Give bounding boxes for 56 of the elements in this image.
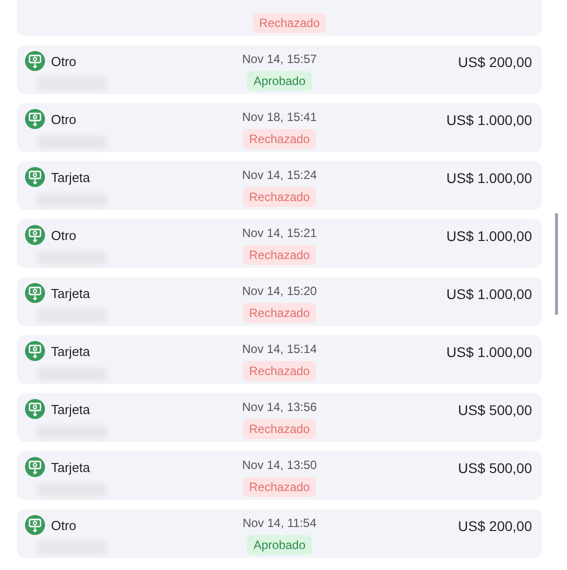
transaction-card[interactable]: Tarjeta Nov 14, 13:56 Rechazado US$ 500,00 — [17, 393, 542, 442]
money-icon — [25, 167, 45, 187]
status-badge: Rechazado — [243, 129, 316, 149]
status-badge: Aprobado — [247, 535, 312, 555]
status-badge: Rechazado — [243, 303, 316, 323]
transaction-amount: US$ 1.000,00 — [446, 286, 532, 302]
transaction-date: Nov 14, 13:50 — [242, 457, 317, 473]
transaction-date: Nov 14, 15:57 — [242, 51, 317, 67]
money-icon — [25, 283, 45, 303]
transaction-date: Nov 14, 11:54 — [242, 515, 316, 531]
money-icon — [25, 457, 45, 477]
status-badge: Rechazado — [243, 187, 316, 207]
method-label: Otro — [51, 112, 76, 128]
status-badge: Aprobado — [247, 71, 312, 91]
transaction-card[interactable]: Otro Nov 14, 11:54 Aprobado US$ 200,00 — [17, 509, 542, 558]
money-icon — [25, 109, 45, 129]
transaction-card[interactable]: Tarjeta Nov 14, 13:50 Rechazado US$ 500,00 — [17, 451, 542, 500]
method-label: Tarjeta — [51, 344, 90, 360]
scrollbar[interactable] — [555, 213, 558, 315]
status-badge: Rechazado — [243, 477, 316, 497]
money-icon — [25, 399, 45, 419]
money-icon — [25, 341, 45, 361]
transaction-amount: US$ 500,00 — [458, 402, 532, 418]
transaction-card[interactable]: Otro Nov 14, 15:21 Rechazado US$ 1.000,00 — [17, 219, 542, 268]
transaction-amount: US$ 200,00 — [458, 518, 532, 534]
transaction-date: Nov 14, 13:56 — [242, 399, 317, 415]
status-badge: Rechazado — [243, 245, 316, 265]
transaction-card[interactable]: Tarjeta Nov 14, 15:14 Rechazado US$ 1.000,00 — [17, 335, 542, 384]
method-label: Tarjeta — [51, 402, 90, 418]
money-icon — [25, 225, 45, 245]
money-icon — [25, 515, 45, 535]
transaction-card[interactable]: Tarjeta Nov 14, 15:24 Rechazado US$ 1.000,00 — [17, 161, 542, 210]
transaction-amount: US$ 1.000,00 — [446, 170, 532, 186]
transaction-amount: US$ 500,00 — [458, 460, 532, 476]
transaction-date: Nov 14, 15:14 — [242, 341, 317, 357]
method-label: Otro — [51, 228, 76, 244]
status-badge: Rechazado — [243, 361, 316, 381]
status-badge: Rechazado — [243, 419, 316, 439]
transaction-amount: US$ 1.000,00 — [446, 344, 532, 360]
transaction-card[interactable]: Otro Nov 14, 15:57 Aprobado US$ 200,00 — [17, 45, 542, 94]
transaction-date: Nov 14, 15:24 — [242, 167, 317, 183]
transaction-date: Nov 14, 15:20 — [242, 283, 317, 299]
status-badge: Rechazado — [253, 13, 326, 33]
transaction-card[interactable]: Otro Nov 18, 15:41 Rechazado US$ 1.000,00 — [17, 103, 542, 152]
method-label: Tarjeta — [51, 170, 90, 186]
method-label: Otro — [51, 518, 76, 534]
method-label: Tarjeta — [51, 286, 90, 302]
method-label: Otro — [51, 54, 76, 70]
money-icon — [25, 51, 45, 71]
transaction-date: Nov 18, 15:41 — [242, 109, 317, 125]
transaction-date: Nov 14, 15:21 — [242, 225, 317, 241]
transaction-amount: US$ 1.000,00 — [446, 228, 532, 244]
method-label: Tarjeta — [51, 460, 90, 476]
transaction-amount: US$ 200,00 — [458, 54, 532, 70]
transaction-amount: US$ 1.000,00 — [446, 112, 532, 128]
transaction-card[interactable]: Tarjeta Nov 14, 15:20 Rechazado US$ 1.000,00 — [17, 277, 542, 326]
